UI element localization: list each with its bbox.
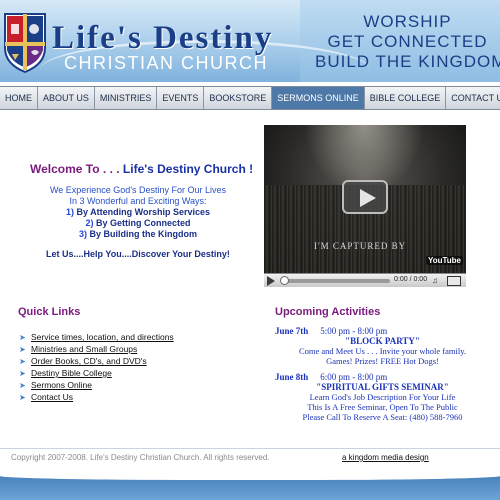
step-1-number: 1) — [65, 207, 74, 217]
arrow-bullet-icon: ➤ — [19, 369, 26, 378]
event-time: 6:00 pm - 8:00 pm — [320, 372, 388, 382]
event-time: 5:00 pm - 8:00 pm — [320, 326, 388, 336]
video-seek-handle[interactable] — [280, 276, 289, 285]
volume-icon[interactable]: ♫ — [432, 276, 438, 285]
play-icon — [360, 189, 376, 207]
event-name: "SPIRITUAL GIFTS SEMINAR" — [316, 382, 449, 392]
intro-step-1: 1) By Attending Worship Services — [18, 207, 258, 218]
welcome-brand: Life's Destiny Church — [122, 162, 246, 176]
upcoming-activities-title: Upcoming Activities — [275, 306, 381, 318]
tagline-line-kingdom: BUILD THE KINGDOM — [315, 52, 500, 71]
quick-link-sermons-online[interactable]: Sermons Online — [31, 380, 92, 390]
quick-links-title: Quick Links — [18, 306, 81, 318]
event-desc-line: Learn God's Job Description For Your Lif… — [309, 392, 456, 402]
step-3-text: By Building the Kingdom — [89, 229, 198, 239]
welcome-heading: Welcome To . . . Life's Destiny Church ! — [30, 162, 253, 176]
step-3-number: 3) — [78, 229, 87, 239]
copyright-text: Copyright 2007-2008. Life's Destiny Chri… — [11, 453, 270, 462]
header-tagline: WORSHIP GET CONNECTED BUILD THE KINGDOM — [315, 12, 500, 72]
sermon-video-player[interactable]: I'M CAPTURED BY YouTube 0:00 / 0:00 ♫ — [264, 125, 466, 287]
welcome-intro: We Experience God's Destiny For Our Live… — [18, 185, 258, 240]
event-spiritual-gifts-seminar: June 8th 6:00 pm - 8:00 pm "SPIRITUAL GIF… — [275, 372, 490, 422]
event-date: June 8th — [275, 372, 309, 382]
step-1-text: By Attending Worship Services — [76, 207, 211, 217]
nav-events[interactable]: EVENTS — [157, 87, 205, 109]
arrow-bullet-icon: ➤ — [19, 393, 26, 402]
footer-bar-curve — [0, 470, 500, 480]
list-item: ➤ Destiny Bible College — [19, 367, 174, 379]
quick-link-bible-college[interactable]: Destiny Bible College — [31, 368, 112, 378]
nav-about-us[interactable]: ABOUT US — [38, 87, 95, 109]
arrow-bullet-icon: ➤ — [19, 381, 26, 390]
video-time: 0:00 / 0:00 — [394, 276, 428, 283]
footer-divider — [0, 448, 500, 449]
nav-contact-us[interactable]: CONTACT US — [446, 87, 500, 109]
video-play-overlay-button[interactable] — [342, 180, 388, 214]
play-icon[interactable] — [267, 276, 275, 286]
list-item: ➤ Order Books, CD's, and DVD's — [19, 355, 174, 367]
main-nav: HOME ABOUT US MINISTRIES EVENTS BOOKSTOR… — [0, 86, 500, 110]
intro-line-2: In 3 Wonderful and Exciting Ways: — [69, 196, 207, 206]
tagline-line-connected: GET CONNECTED — [327, 32, 488, 51]
site-header: Life's Destiny CHRISTIAN CHURCH WORSHIP … — [0, 0, 500, 82]
arrow-bullet-icon: ➤ — [19, 345, 26, 354]
list-item: ➤ Sermons Online — [19, 379, 174, 391]
quick-link-contact-us[interactable]: Contact Us — [31, 392, 73, 402]
arrow-bullet-icon: ➤ — [19, 357, 26, 366]
logo-subtitle: CHRISTIAN CHURCH — [64, 53, 268, 73]
arrow-bullet-icon: ➤ — [19, 333, 26, 342]
welcome-motto: Let Us....Help You....Discover Your Dest… — [46, 249, 230, 259]
design-credit-link[interactable]: a kingdom media design — [342, 453, 429, 462]
nav-ministries[interactable]: MINISTRIES — [95, 87, 158, 109]
step-2-text: By Getting Connected — [96, 218, 191, 228]
welcome-prefix: Welcome To . . . — [30, 162, 123, 176]
quick-link-service-times[interactable]: Service times, location, and directions — [31, 332, 174, 342]
video-caption: I'M CAPTURED BY — [314, 241, 407, 251]
quick-link-order-books[interactable]: Order Books, CD's, and DVD's — [31, 356, 147, 366]
intro-line-1: We Experience God's Destiny For Our Live… — [49, 185, 227, 195]
step-2-number: 2) — [85, 218, 94, 228]
list-item: ➤ Ministries and Small Groups — [19, 343, 174, 355]
quick-link-ministries[interactable]: Ministries and Small Groups — [31, 344, 137, 354]
quick-links-list: ➤ Service times, location, and directions… — [19, 331, 174, 403]
event-header: June 8th 6:00 pm - 8:00 pm — [275, 372, 490, 382]
nav-sermons-online[interactable]: SERMONS ONLINE — [272, 87, 365, 109]
video-frame[interactable]: I'M CAPTURED BY YouTube — [264, 125, 466, 273]
event-desc-line: Please Call To Reserve A Seat: (480) 588… — [302, 412, 463, 422]
intro-step-3: 3) By Building the Kingdom — [18, 229, 258, 240]
logo-title[interactable]: Life's Destiny — [52, 22, 273, 55]
video-controls: 0:00 / 0:00 ♫ — [264, 273, 466, 287]
event-desc-line: This Is A Free Seminar, Open To The Publ… — [307, 402, 458, 412]
event-name: "BLOCK PARTY" — [345, 336, 420, 346]
intro-step-2: 2) By Getting Connected — [18, 218, 258, 229]
nav-bookstore[interactable]: BOOKSTORE — [204, 87, 273, 109]
event-header: June 7th 5:00 pm - 8:00 pm — [275, 326, 490, 336]
fullscreen-icon[interactable] — [447, 276, 461, 286]
church-shield-logo-icon[interactable] — [3, 10, 47, 74]
list-item: ➤ Contact Us — [19, 391, 174, 403]
video-seek-bar[interactable] — [282, 279, 390, 283]
tagline-line-worship: WORSHIP — [363, 12, 452, 31]
event-desc-line: Come and Meet Us . . . Invite your whole… — [298, 346, 467, 356]
footer-bar — [0, 470, 500, 500]
event-date: June 7th — [275, 326, 309, 336]
nav-home[interactable]: HOME — [0, 87, 38, 109]
event-desc-line: Games! Prizes! FREE Hot Dogs! — [326, 356, 439, 366]
nav-bible-college[interactable]: BIBLE COLLEGE — [365, 87, 447, 109]
list-item: ➤ Service times, location, and directions — [19, 331, 174, 343]
event-block-party: June 7th 5:00 pm - 8:00 pm "BLOCK PARTY" … — [275, 326, 490, 366]
welcome-suffix: ! — [245, 162, 254, 176]
youtube-logo[interactable]: YouTube — [425, 256, 463, 265]
